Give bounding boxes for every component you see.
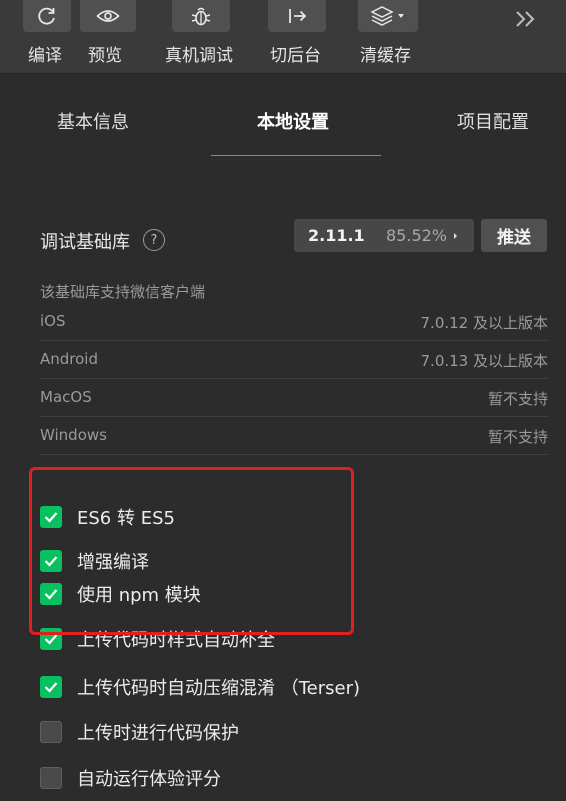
- check-icon: [44, 682, 58, 693]
- option-label: 上传时进行代码保护: [77, 723, 239, 744]
- layers-icon: [358, 0, 418, 32]
- option-label: 上传代码时自动压缩混淆 （Terser): [77, 678, 361, 699]
- support-caption: 该基础库支持微信客户端: [40, 283, 206, 301]
- clear-cache-label: 清缓存: [360, 46, 411, 66]
- toolbar: 编译 预览 真机调试 切后台 清缓存: [0, 0, 566, 74]
- compile-button[interactable]: 编译: [0, 0, 80, 74]
- support-row-windows: Windows 暂不支持: [40, 417, 548, 455]
- tab-basic-info[interactable]: 基本信息: [57, 108, 129, 134]
- checkbox[interactable]: [40, 721, 62, 743]
- double-chevron-right-icon: [516, 11, 535, 27]
- option-code-protection[interactable]: 上传时进行代码保护: [40, 719, 520, 744]
- refresh-icon: [23, 0, 71, 32]
- clear-cache-button[interactable]: 清缓存: [355, 0, 425, 74]
- highlight-annotation: [29, 467, 354, 635]
- checkbox[interactable]: [40, 676, 62, 698]
- switch-background-button[interactable]: 切后台: [265, 0, 335, 74]
- checkbox[interactable]: [40, 767, 62, 789]
- support-row-android: Android 7.0.13 及以上版本: [40, 341, 548, 379]
- switch-background-icon: [268, 0, 326, 32]
- support-row-macos: MacOS 暂不支持: [40, 379, 548, 417]
- help-icon[interactable]: ?: [143, 229, 165, 251]
- option-auto-audit[interactable]: 自动运行体验评分: [40, 765, 520, 790]
- option-label: 自动运行体验评分: [77, 769, 221, 790]
- platform-name: iOS: [40, 312, 66, 330]
- platform-support: 暂不支持: [487, 390, 548, 408]
- bug-icon: [172, 0, 230, 32]
- support-row-ios: iOS 7.0.12 及以上版本: [40, 303, 548, 341]
- library-version-select[interactable]: 2.11.1 85.52%: [294, 219, 474, 252]
- device-debug-label: 真机调试: [165, 46, 233, 66]
- platform-support: 7.0.13 及以上版本: [420, 352, 548, 370]
- more-tools-button[interactable]: [512, 6, 540, 32]
- preview-label: 预览: [88, 46, 122, 66]
- push-button[interactable]: 推送: [481, 219, 547, 252]
- device-debug-button[interactable]: 真机调试: [160, 0, 244, 74]
- eye-icon: [80, 0, 136, 32]
- preview-button[interactable]: 预览: [80, 0, 140, 74]
- platform-support: 暂不支持: [487, 428, 548, 446]
- compile-label: 编译: [28, 46, 62, 66]
- library-coverage-percent: 85.52%: [386, 226, 448, 245]
- library-version: 2.11.1: [308, 226, 365, 245]
- platform-support: 7.0.12 及以上版本: [420, 314, 548, 332]
- debug-library-label: 调试基础库: [40, 232, 130, 253]
- option-terser-minify[interactable]: 上传代码时自动压缩混淆 （Terser): [40, 674, 520, 699]
- platform-name: Android: [40, 350, 98, 368]
- active-tab-indicator: [211, 155, 381, 156]
- platform-name: Windows: [40, 426, 107, 444]
- tab-local-settings[interactable]: 本地设置: [257, 108, 329, 134]
- tab-project-config[interactable]: 项目配置: [457, 108, 529, 134]
- switch-background-label: 切后台: [270, 46, 321, 66]
- caret-right-icon: [454, 233, 457, 239]
- platform-name: MacOS: [40, 388, 92, 406]
